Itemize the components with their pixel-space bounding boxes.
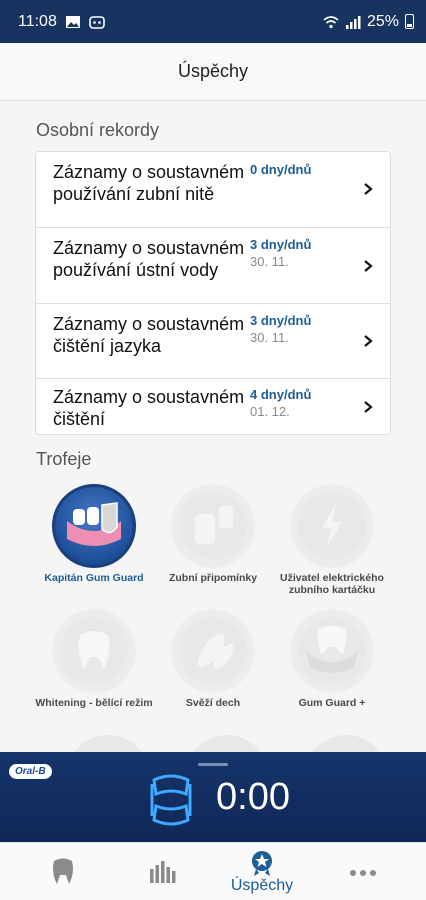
- battery-icon: [405, 14, 414, 29]
- trophy-label: Gum Guard +: [298, 697, 366, 709]
- tab-achievements-label: Úspěchy: [230, 877, 294, 894]
- record-item[interactable]: Záznamy o soustavném používání zubní nit…: [36, 152, 390, 227]
- trophy-partial: [66, 735, 150, 752]
- chevron-right-icon: [364, 335, 373, 347]
- medal-icon: [252, 851, 272, 876]
- tab-statistics[interactable]: [110, 843, 216, 900]
- tab-more[interactable]: [310, 843, 416, 900]
- chevron-right-icon: [364, 183, 373, 195]
- battery-percent: 25%: [366, 12, 399, 30]
- brand-logo: Oral-B: [9, 764, 52, 779]
- record-days: 0 dny/dnů: [250, 162, 312, 177]
- lightning-trophy-icon: [290, 484, 374, 568]
- record-date: 30. 11.: [250, 330, 289, 345]
- record-days: 4 dny/dnů: [250, 387, 312, 402]
- bar-chart-icon: [150, 861, 176, 883]
- drag-handle[interactable]: [198, 763, 228, 766]
- shield-trophy-icon: [52, 484, 136, 568]
- tooth-trophy-icon: [52, 609, 136, 693]
- page-title: Úspěchy: [177, 61, 249, 81]
- record-title: Záznamy o soustavném používání ústní vod…: [53, 238, 245, 280]
- records-list: Záznamy o soustavném používání zubní nit…: [35, 151, 391, 435]
- teeth-trophy-icon: [290, 609, 374, 693]
- record-title: Záznamy o soustavném používání zubní nit…: [53, 162, 245, 204]
- trophy-gum-guard-plus[interactable]: Gum Guard +: [262, 609, 402, 709]
- trophy-partial: [185, 735, 269, 752]
- brushing-panel[interactable]: Oral-B 0:00: [0, 752, 426, 842]
- record-days: 3 dny/dnů: [250, 237, 312, 252]
- teeth-map-icon: [150, 774, 192, 826]
- tooth-icon: [53, 858, 73, 884]
- page-header: Úspěchy: [0, 43, 426, 101]
- more-dots-icon: [350, 870, 376, 876]
- record-date: 30. 11.: [250, 254, 289, 269]
- trophy-label: Uživatel elektrického zubního kartáčku: [280, 572, 384, 596]
- tab-home[interactable]: [10, 843, 116, 900]
- signal-icon: [345, 15, 361, 29]
- record-item[interactable]: Záznamy o soustavném čištění 4 dny/dnů 0…: [36, 378, 390, 434]
- record-item[interactable]: Záznamy o soustavném používání ústní vod…: [36, 227, 390, 303]
- records-section-title: Osobní rekordy: [36, 120, 160, 140]
- image-notification-icon: [65, 15, 80, 28]
- trophies-section-title: Trofeje: [36, 449, 92, 469]
- wifi-icon: [323, 15, 339, 28]
- trophy-partial: [304, 735, 388, 752]
- record-date: 01. 12.: [250, 404, 290, 419]
- chevron-right-icon: [364, 260, 373, 272]
- status-time: 11:08: [18, 12, 57, 30]
- floss-trophy-icon: [171, 484, 255, 568]
- record-title: Záznamy o soustavném čištění jazyka: [53, 314, 245, 356]
- tab-achievements[interactable]: Úspěchy: [209, 843, 315, 900]
- leaf-trophy-icon: [171, 609, 255, 693]
- record-item[interactable]: Záznamy o soustavném čištění jazyka 3 dn…: [36, 303, 390, 378]
- chevron-right-icon: [364, 401, 373, 413]
- record-title: Záznamy o soustavném čištění: [53, 387, 245, 429]
- trophy-electric-brush-user[interactable]: Uživatel elektrického zubního kartáčku: [262, 484, 402, 596]
- bottom-tab-bar: Úspěchy: [0, 842, 426, 900]
- record-days: 3 dny/dnů: [250, 313, 312, 328]
- status-bar: 11:08 25%: [0, 0, 426, 43]
- app-notification-icon: [89, 15, 105, 29]
- brushing-timer: 0:00: [216, 776, 290, 818]
